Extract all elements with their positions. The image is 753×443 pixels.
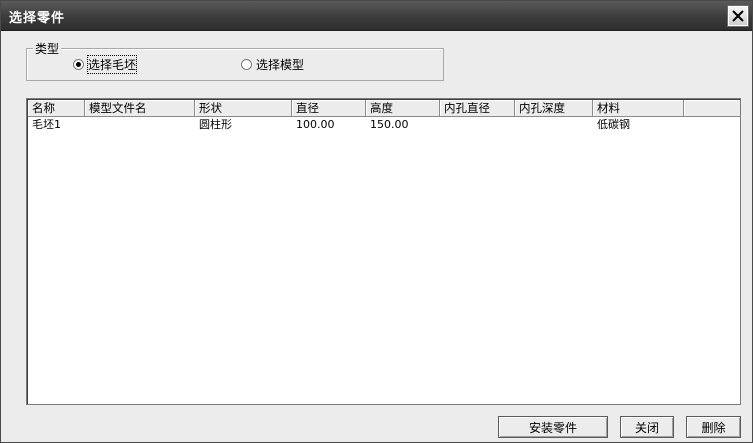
column-header-shape[interactable]: 形状 bbox=[195, 100, 292, 117]
cell-bore-depth bbox=[515, 118, 593, 133]
column-header-bore-depth[interactable]: 内孔深度 bbox=[515, 100, 593, 117]
cell-shape: 圆柱形 bbox=[199, 118, 232, 131]
column-header-model-file[interactable]: 模型文件名 bbox=[85, 100, 195, 117]
window-title: 选择零件 bbox=[9, 11, 66, 26]
type-group-legend: 类型 bbox=[33, 40, 62, 57]
radio-button[interactable] bbox=[73, 58, 84, 70]
parts-list[interactable]: 名称 模型文件名 形状 直径 高度 内孔直径 内孔深度 材料 毛坯1 圆柱形 1… bbox=[26, 98, 741, 405]
cell-height: 150.00 bbox=[370, 118, 409, 131]
close-window-button[interactable] bbox=[727, 5, 749, 27]
radio-label: 选择毛坯 bbox=[86, 54, 138, 74]
list-header: 名称 模型文件名 形状 直径 高度 内孔直径 内孔深度 材料 bbox=[28, 100, 740, 117]
column-header-bore-diameter[interactable]: 内孔直径 bbox=[440, 100, 515, 117]
select-part-dialog: 选择零件 类型 选择毛坯 选择模型 名称 模型文件名 形状 直径 高度 内孔直径… bbox=[0, 0, 753, 443]
cell-bore-diameter bbox=[440, 118, 515, 133]
cell-material: 低碳钢 bbox=[597, 118, 630, 131]
cell-name: 毛坯1 bbox=[32, 118, 61, 131]
radio-button[interactable] bbox=[241, 58, 252, 70]
table-row[interactable]: 毛坯1 圆柱形 100.00 150.00 低碳钢 bbox=[28, 118, 684, 133]
column-header-filler bbox=[684, 100, 740, 117]
column-header-name[interactable]: 名称 bbox=[28, 100, 85, 117]
close-button[interactable]: 关闭 bbox=[620, 416, 674, 438]
radio-selected-dot bbox=[76, 61, 81, 67]
title-bar[interactable]: 选择零件 bbox=[1, 1, 752, 31]
column-header-diameter[interactable]: 直径 bbox=[292, 100, 366, 117]
cell-diameter: 100.00 bbox=[296, 118, 335, 131]
column-header-height[interactable]: 高度 bbox=[366, 100, 440, 117]
close-icon bbox=[732, 10, 744, 22]
delete-button[interactable]: 删除 bbox=[686, 416, 741, 438]
radio-select-blank[interactable]: 选择毛坯 bbox=[73, 54, 138, 74]
column-header-material[interactable]: 材料 bbox=[593, 100, 684, 117]
cell-model-file bbox=[85, 118, 195, 133]
install-part-button[interactable]: 安装零件 bbox=[498, 416, 608, 438]
radio-label: 选择模型 bbox=[256, 57, 305, 72]
radio-select-model[interactable]: 选择模型 bbox=[241, 56, 304, 72]
